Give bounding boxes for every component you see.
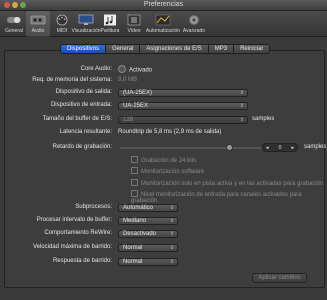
tab-dispositivos[interactable]: Dispositivos — [60, 44, 107, 54]
radio-icon — [118, 65, 126, 73]
core-audio-label: Core Audio: — [80, 66, 112, 72]
checkbox-input-level[interactable]: Nivel monitorización de entrada para can… — [0, 190, 327, 204]
memory-row: Req. de memoria del sistema: 8,0 MB — [0, 77, 327, 86]
tab-general[interactable]: General — [106, 44, 141, 54]
input-device-value: UA-25EX — [123, 103, 149, 109]
toolbar-audio[interactable]: Audio — [26, 11, 50, 37]
monitor-icon — [78, 13, 94, 27]
title-bar: Preferencias — [0, 0, 327, 11]
chevron-updown-icon: ⇕ — [169, 205, 174, 211]
memory-label: Req. de memoria del sistema: — [32, 77, 112, 83]
output-device-row: Dispositivo de salida: (UA-25EX) ⇕ — [0, 89, 327, 98]
process-buffer-value: Mediano — [123, 218, 147, 224]
tab-io-assignments[interactable]: Asignaciones de E/S — [140, 44, 209, 54]
latency-value: Roundtrip de 5,8 ms (2,9 ms de salida) — [118, 129, 222, 135]
latency-label: Latencia resultante: — [59, 129, 112, 135]
chevron-updown-icon: ⇕ — [239, 117, 244, 123]
output-device-value: (UA-25EX) — [123, 90, 153, 96]
buffer-unit: samples — [252, 116, 275, 122]
audio-interface-icon — [30, 13, 46, 27]
scrub-response-select[interactable]: Normal ⇕ — [118, 258, 178, 266]
scrub-response-row: Respuesta de barrido: Normal ⇕ — [0, 258, 327, 267]
scrub-response-label: Respuesta de barrido: — [52, 258, 112, 264]
recording-delay-row: Retardo de grabación: ◂ 0 ▸ samples — [0, 143, 327, 153]
subprocess-row: Subprocesos: Automático ⇕ — [0, 204, 327, 213]
toolbar-midi[interactable]: MIDI — [50, 11, 74, 37]
toolbar-general[interactable]: General — [2, 11, 26, 37]
tab-mp3[interactable]: MP3 — [208, 44, 235, 54]
rewire-value: Desactivado — [123, 231, 157, 237]
process-buffer-select[interactable]: Mediano ⇕ — [118, 217, 178, 225]
chevron-updown-icon: ⇕ — [169, 245, 174, 251]
subprocess-label: Subprocesos: — [75, 204, 112, 210]
process-buffer-row: Procesar intervalo de buffer: Mediano ⇕ — [0, 217, 327, 226]
apply-changes-button[interactable]: Aplicar cambios — [252, 273, 307, 283]
checkbox-icon — [131, 179, 138, 186]
buffer-size-label: Tamaño del buffer de E/S: — [42, 116, 112, 122]
core-audio-value: Activado — [129, 67, 153, 74]
input-device-select[interactable]: UA-25EX ⇕ — [118, 102, 248, 110]
latency-row: Latencia resultante: Roundtrip de 5,8 ms… — [0, 129, 327, 138]
output-device-label: Dispositivo de salida: — [55, 89, 112, 95]
toolbar-video[interactable]: Vídeo — [122, 11, 146, 37]
toolbar-display[interactable]: Visualización — [71, 11, 101, 37]
chevron-updown-icon: ⇕ — [239, 90, 244, 96]
rewire-select[interactable]: Desactivado ⇕ — [118, 230, 178, 238]
input-device-row: Dispositivo de entrada: UA-25EX ⇕ — [0, 102, 327, 111]
checkbox-software-monitoring[interactable]: Monitorización software — [0, 167, 327, 177]
core-audio-toggle[interactable]: Activado — [118, 65, 153, 74]
recording-delay-label: Retardo de grabación: — [52, 144, 112, 150]
toolbar-score[interactable]: Partitura — [98, 11, 122, 37]
checkbox-icon — [131, 156, 138, 163]
checkbox-active-track-monitoring[interactable]: Monitorización solo en pista activa y en… — [0, 179, 327, 189]
buffer-size-row: Tamaño del buffer de E/S: 128 ⇕ samples — [0, 116, 327, 125]
input-device-label: Dispositivo de entrada: — [50, 102, 112, 108]
rewire-label: Comportamiento ReWire: — [44, 230, 112, 236]
recording-delay-stepper[interactable]: ◂ 0 ▸ — [262, 143, 298, 152]
max-scrub-row: Velocidad máxima de barrido: Normal ⇕ — [0, 244, 327, 253]
sheet-music-icon — [102, 13, 118, 27]
film-icon — [126, 13, 142, 27]
gear-icon — [186, 13, 202, 27]
toggle-switch-icon — [6, 13, 22, 27]
max-scrub-value: Normal — [123, 245, 143, 251]
checkbox-icon — [131, 190, 138, 197]
output-device-select[interactable]: (UA-25EX) ⇕ — [118, 89, 248, 97]
preferences-window: Preferencias General Audio MIDI Visualiz… — [0, 0, 327, 300]
preferences-toolbar: General Audio MIDI Visualización Partitu… — [0, 11, 327, 37]
rewire-row: Comportamiento ReWire: Desactivado ⇕ — [0, 230, 327, 239]
buffer-size-select[interactable]: 128 ⇕ — [118, 116, 248, 124]
midi-connector-icon — [54, 13, 70, 27]
recording-delay-unit: samples — [304, 144, 327, 150]
toolbar-automation[interactable]: Automatización — [146, 11, 180, 37]
chevron-updown-icon: ⇕ — [169, 259, 174, 265]
chevron-left-icon[interactable]: ◂ — [266, 145, 269, 151]
max-scrub-select[interactable]: Normal ⇕ — [118, 244, 178, 252]
tab-reset[interactable]: Reiniciar — [234, 44, 271, 54]
max-scrub-label: Velocidad máxima de barrido: — [32, 244, 112, 250]
window-title: Preferencias — [143, 1, 184, 8]
checkbox-icon — [131, 167, 138, 174]
buffer-size-value: 128 — [123, 117, 134, 123]
subprocess-select[interactable]: Automático ⇕ — [118, 204, 178, 212]
chevron-updown-icon: ⇕ — [169, 218, 174, 224]
process-buffer-label: Procesar intervalo de buffer: — [36, 217, 112, 223]
tab-bar: Dispositivos General Asignaciones de E/S… — [60, 44, 271, 54]
subprocess-value: Automático — [123, 205, 154, 211]
toolbar-advanced[interactable]: Avanzado — [180, 11, 208, 37]
chevron-updown-icon: ⇕ — [239, 103, 244, 109]
chevron-updown-icon: ⇕ — [169, 231, 174, 237]
recording-delay-slider[interactable] — [120, 147, 262, 149]
scrub-response-value: Normal — [123, 259, 143, 265]
slider-knob[interactable] — [226, 144, 233, 151]
automation-curve-icon — [155, 13, 171, 27]
checkbox-24bit[interactable]: Grabación de 24 bits — [0, 156, 327, 166]
core-audio-row: Core Audio: Activado — [0, 65, 327, 75]
recording-delay-value: 0 — [278, 144, 282, 151]
memory-value: 8,0 MB — [118, 77, 138, 83]
chevron-right-icon[interactable]: ▸ — [291, 145, 294, 151]
